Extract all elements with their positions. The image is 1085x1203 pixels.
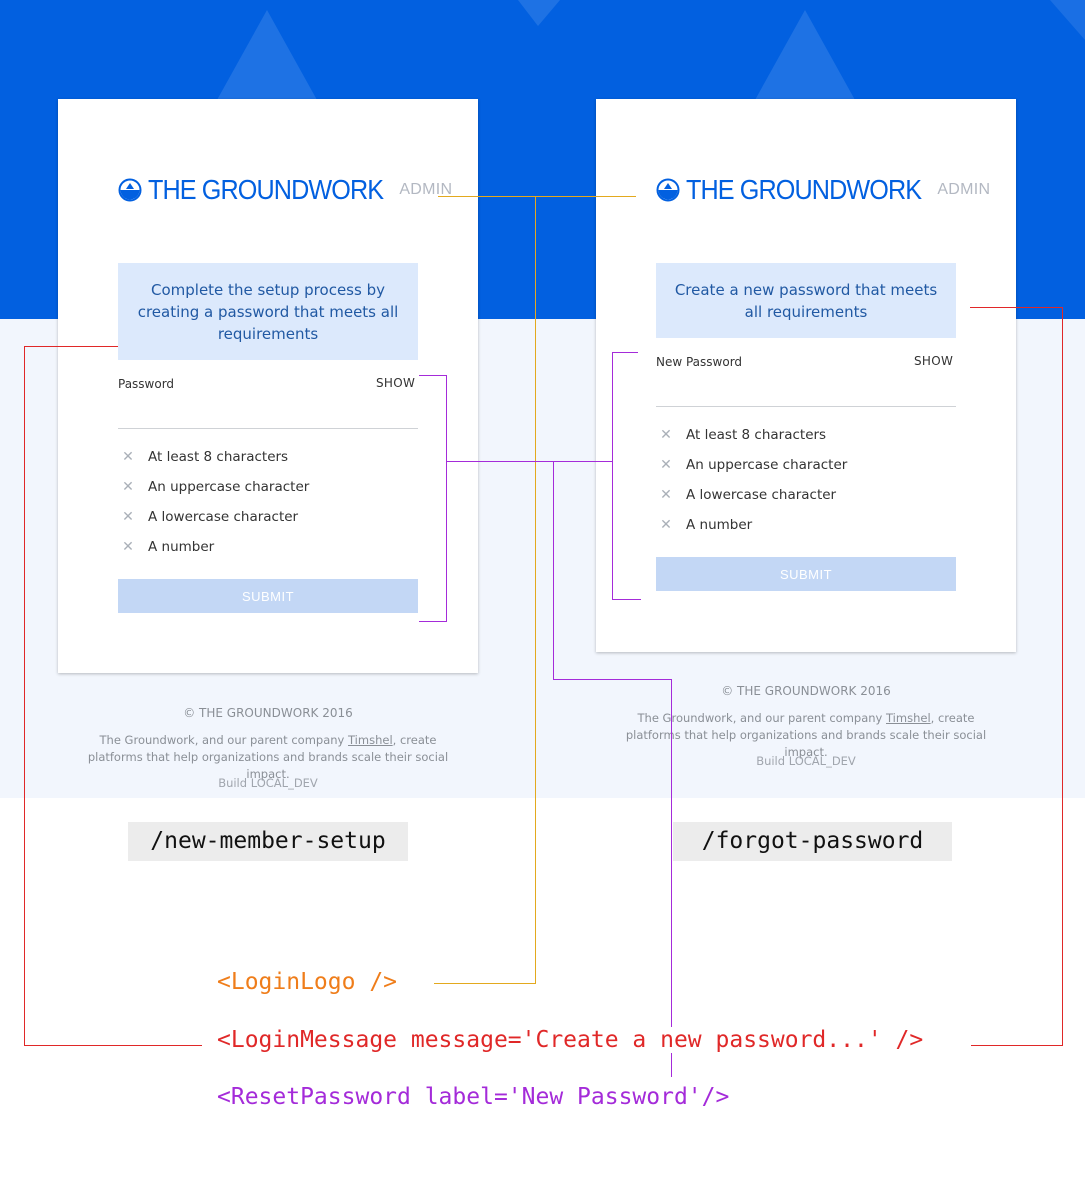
footer-copyright: © THE GROUNDWORK 2016 bbox=[721, 684, 891, 698]
submit-button[interactable]: SUBMIT bbox=[118, 579, 418, 613]
route-label-forgot-password: /forgot-password bbox=[673, 822, 952, 861]
requirement-item: ✕ A number bbox=[656, 517, 752, 533]
close-icon: ✕ bbox=[122, 479, 134, 495]
login-message: Create a new password that meets all req… bbox=[656, 263, 956, 338]
reset-password-connector bbox=[612, 352, 613, 600]
reset-password-connector bbox=[553, 679, 672, 680]
message-connector bbox=[24, 346, 118, 347]
timshel-link[interactable]: Timshel bbox=[348, 733, 393, 747]
login-message-code: <LoginMessage message='Create a new pass… bbox=[217, 1027, 924, 1053]
password-field-label: Password bbox=[118, 377, 175, 391]
password-input[interactable] bbox=[118, 428, 418, 429]
logo-connector bbox=[535, 196, 536, 983]
groundwork-logo-icon bbox=[656, 178, 680, 202]
requirement-item: ✕ A lowercase character bbox=[118, 509, 298, 525]
login-message: Complete the setup process by creating a… bbox=[118, 263, 418, 360]
reset-password-connector bbox=[671, 679, 672, 1077]
logo-connector bbox=[438, 196, 636, 197]
close-icon: ✕ bbox=[122, 449, 134, 465]
login-logo: THE GROUNDWORK ADMIN bbox=[656, 174, 990, 206]
requirement-item: ✕ A number bbox=[118, 539, 214, 555]
reset-password-code: <ResetPassword label='New Password'/> bbox=[217, 1084, 730, 1110]
submit-button[interactable]: SUBMIT bbox=[656, 557, 956, 591]
timshel-link[interactable]: Timshel bbox=[886, 711, 931, 725]
requirement-item: ✕ An uppercase character bbox=[118, 479, 309, 495]
logo-admin-label: ADMIN bbox=[937, 181, 991, 198]
logo-connector bbox=[434, 983, 536, 984]
requirement-item: ✕ An uppercase character bbox=[656, 457, 847, 473]
message-connector bbox=[24, 1045, 202, 1046]
reset-password-connector bbox=[612, 599, 641, 600]
route-label-new-member-setup: /new-member-setup bbox=[128, 822, 408, 861]
reset-password-connector bbox=[553, 461, 554, 680]
reset-password-connector bbox=[447, 461, 613, 462]
logo-wordmark: THE GROUNDWORK bbox=[148, 174, 384, 205]
message-connector bbox=[24, 346, 25, 1045]
groundwork-logo-icon bbox=[118, 178, 142, 202]
footer-build: Build LOCAL_DEV bbox=[218, 776, 318, 790]
close-icon: ✕ bbox=[660, 517, 672, 533]
close-icon: ✕ bbox=[660, 457, 672, 473]
reset-password-connector bbox=[612, 352, 638, 353]
close-icon: ✕ bbox=[122, 509, 134, 525]
login-logo: THE GROUNDWORK ADMIN bbox=[118, 174, 452, 206]
message-connector bbox=[1062, 307, 1063, 1046]
footer-build: Build LOCAL_DEV bbox=[756, 754, 856, 768]
show-password-button[interactable]: SHOW bbox=[914, 354, 953, 368]
requirement-item: ✕ At least 8 characters bbox=[118, 449, 288, 465]
reset-password-connector bbox=[446, 375, 447, 622]
message-connector bbox=[971, 1045, 1063, 1046]
message-connector bbox=[970, 307, 1063, 308]
show-password-button[interactable]: SHOW bbox=[376, 376, 415, 390]
logo-wordmark: THE GROUNDWORK bbox=[686, 174, 922, 205]
reset-password-connector bbox=[419, 375, 447, 376]
close-icon: ✕ bbox=[122, 539, 134, 555]
reset-password-connector bbox=[419, 621, 447, 622]
new-password-field-label: New Password bbox=[656, 355, 743, 369]
requirement-item: ✕ A lowercase character bbox=[656, 487, 836, 503]
footer-copyright: © THE GROUNDWORK 2016 bbox=[183, 706, 353, 720]
close-icon: ✕ bbox=[660, 487, 672, 503]
login-logo-code: <LoginLogo /> bbox=[217, 969, 398, 995]
requirement-item: ✕ At least 8 characters bbox=[656, 427, 826, 443]
close-icon: ✕ bbox=[660, 427, 672, 443]
new-password-input[interactable] bbox=[656, 406, 956, 407]
